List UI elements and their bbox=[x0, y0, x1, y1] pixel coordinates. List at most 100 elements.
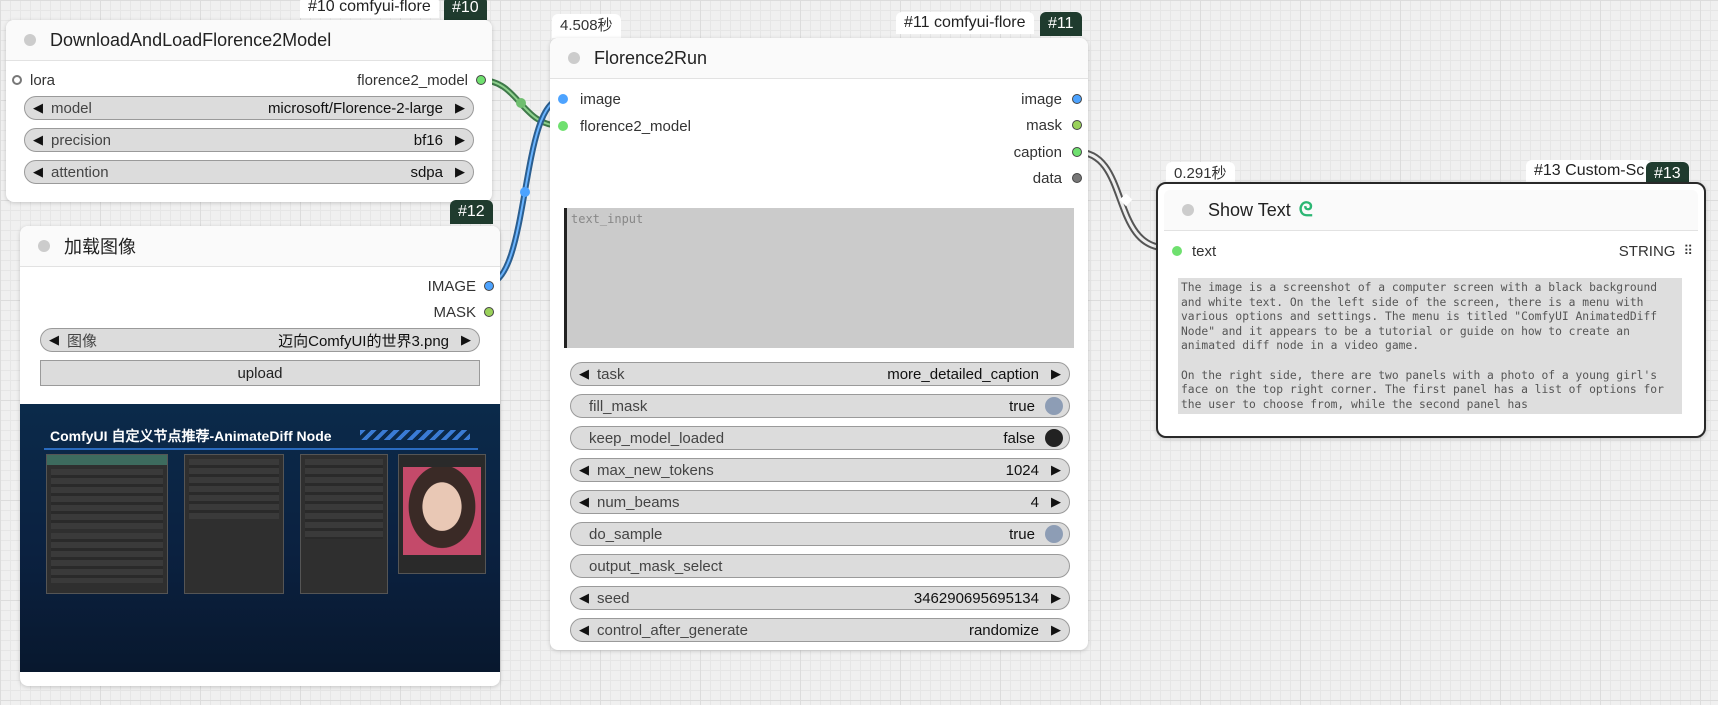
seed-number[interactable]: ◀ seed 346290695695134 ▶ bbox=[570, 586, 1070, 610]
download-florence2-model-node[interactable]: DownloadAndLoadFlorence2Model lora flore… bbox=[6, 20, 492, 202]
arrow-left-icon[interactable]: ◀ bbox=[25, 164, 51, 180]
arrow-right-icon[interactable]: ▶ bbox=[1043, 590, 1069, 606]
node-header[interactable]: 加载图像 bbox=[20, 226, 500, 267]
arrow-right-icon[interactable]: ▶ bbox=[447, 132, 473, 148]
widget-label: 图像 bbox=[67, 332, 98, 350]
data-port-icon[interactable] bbox=[1072, 173, 1082, 183]
mask-port-icon[interactable] bbox=[484, 307, 494, 317]
output-image[interactable]: image bbox=[1021, 89, 1082, 109]
portrait-thumbnail bbox=[403, 467, 481, 555]
florence2-model-port-icon[interactable] bbox=[558, 121, 568, 131]
upload-button[interactable]: upload bbox=[40, 360, 480, 386]
image-port-icon[interactable] bbox=[558, 94, 568, 104]
arrow-left-icon[interactable]: ◀ bbox=[571, 366, 597, 382]
image-port-icon[interactable] bbox=[484, 281, 494, 291]
widget-value: 1024 bbox=[1005, 461, 1039, 479]
output-text-area[interactable]: The image is a screenshot of a computer … bbox=[1178, 278, 1682, 414]
arrow-right-icon[interactable]: ▶ bbox=[1043, 622, 1069, 638]
arrow-left-icon[interactable]: ◀ bbox=[571, 494, 597, 510]
node-header[interactable]: Florence2Run bbox=[550, 38, 1088, 79]
max-new-tokens-number[interactable]: ◀ max_new_tokens 1024 ▶ bbox=[570, 458, 1070, 482]
florence2-model-port-icon[interactable] bbox=[476, 75, 486, 85]
arrow-left-icon[interactable]: ◀ bbox=[41, 332, 67, 348]
widget-label: seed bbox=[597, 589, 630, 607]
collapse-dot-icon[interactable] bbox=[38, 240, 50, 252]
widget-label: task bbox=[597, 365, 625, 383]
precision-combo[interactable]: ◀ precision bf16 ▶ bbox=[24, 128, 474, 152]
node-id-badge: #10 bbox=[444, 0, 487, 20]
node-title: 加载图像 bbox=[64, 237, 136, 257]
widget-value: randomize bbox=[968, 621, 1039, 639]
text-port-icon[interactable] bbox=[1172, 246, 1182, 256]
arrow-left-icon[interactable]: ◀ bbox=[571, 590, 597, 606]
input-text[interactable]: text bbox=[1172, 241, 1216, 261]
preview-stripes bbox=[360, 430, 470, 440]
node-tag: #11 comfyui-flore bbox=[896, 12, 1034, 34]
toggle-on-icon[interactable] bbox=[1045, 397, 1063, 415]
port-label: lora bbox=[30, 71, 56, 89]
widget-value: 迈向ComfyUI的世界3.png bbox=[278, 332, 449, 350]
output-mask-select-field[interactable]: output_mask_select bbox=[570, 554, 1070, 578]
output-florence2-model[interactable]: florence2_model bbox=[357, 70, 486, 90]
arrow-left-icon[interactable]: ◀ bbox=[25, 132, 51, 148]
input-lora[interactable]: lora bbox=[12, 70, 55, 90]
widget-label: keep_model_loaded bbox=[589, 429, 725, 447]
preview-panel bbox=[184, 454, 284, 594]
arrow-right-icon[interactable]: ▶ bbox=[1043, 462, 1069, 478]
image-combo[interactable]: ◀ 图像 迈向ComfyUI的世界3.png ▶ bbox=[40, 328, 480, 352]
output-data[interactable]: data bbox=[1033, 168, 1082, 188]
output-mask[interactable]: mask bbox=[1026, 115, 1082, 135]
caption-port-icon[interactable] bbox=[1072, 147, 1082, 157]
widget-label: num_beams bbox=[597, 493, 680, 511]
task-combo[interactable]: ◀ task more_detailed_caption ▶ bbox=[570, 362, 1070, 386]
widget-value: sdpa bbox=[410, 163, 443, 181]
model-combo[interactable]: ◀ model microsoft/Florence-2-large ▶ bbox=[24, 96, 474, 120]
input-image[interactable]: image bbox=[558, 89, 621, 109]
collapse-dot-icon[interactable] bbox=[568, 52, 580, 64]
text-input-field[interactable]: text_input bbox=[564, 208, 1074, 348]
input-florence2-model[interactable]: florence2_model bbox=[558, 116, 691, 136]
arrow-right-icon[interactable]: ▶ bbox=[447, 100, 473, 116]
arrow-right-icon[interactable]: ▶ bbox=[447, 164, 473, 180]
show-text-node[interactable]: Show Text ᘓ text STRING ⠿ The image is a… bbox=[1156, 182, 1706, 438]
fill-mask-toggle[interactable]: fill_mask true bbox=[570, 394, 1070, 418]
output-image[interactable]: IMAGE bbox=[428, 276, 494, 296]
widget-value: 4 bbox=[1030, 493, 1039, 511]
port-label: IMAGE bbox=[427, 277, 476, 295]
arrow-right-icon[interactable]: ▶ bbox=[1043, 494, 1069, 510]
load-image-node[interactable]: 加载图像 IMAGE MASK ◀ 图像 迈向ComfyUI的世界3.png ▶… bbox=[20, 226, 500, 686]
collapse-dot-icon[interactable] bbox=[24, 34, 36, 46]
arrow-right-icon[interactable]: ▶ bbox=[453, 332, 479, 348]
node-header[interactable]: Show Text ᘓ bbox=[1164, 190, 1698, 231]
control-after-generate-combo[interactable]: ◀ control_after_generate randomize ▶ bbox=[570, 618, 1070, 642]
arrow-left-icon[interactable]: ◀ bbox=[25, 100, 51, 116]
arrow-left-icon[interactable]: ◀ bbox=[571, 622, 597, 638]
toggle-off-icon[interactable] bbox=[1045, 429, 1063, 447]
image-port-icon[interactable] bbox=[1072, 94, 1082, 104]
preview-divider bbox=[44, 448, 478, 450]
do-sample-toggle[interactable]: do_sample true bbox=[570, 522, 1070, 546]
lora-port-icon[interactable] bbox=[12, 75, 22, 85]
widget-value: bf16 bbox=[413, 131, 443, 149]
node-header[interactable]: DownloadAndLoadFlorence2Model bbox=[6, 20, 492, 61]
collapse-dot-icon[interactable] bbox=[1182, 204, 1194, 216]
mask-port-icon[interactable] bbox=[1072, 120, 1082, 130]
widget-label: fill_mask bbox=[589, 397, 648, 415]
attention-combo[interactable]: ◀ attention sdpa ▶ bbox=[24, 160, 474, 184]
arrow-right-icon[interactable]: ▶ bbox=[1043, 366, 1069, 382]
widget-label: output_mask_select bbox=[589, 557, 723, 575]
output-mask[interactable]: MASK bbox=[433, 302, 494, 322]
custom-scripts-logo-icon: ᘓ bbox=[1298, 198, 1313, 221]
widget-label: attention bbox=[51, 163, 109, 181]
output-caption[interactable]: caption bbox=[1014, 142, 1082, 162]
widget-value: 346290695695134 bbox=[913, 589, 1039, 607]
toggle-on-icon[interactable] bbox=[1045, 525, 1063, 543]
widget-value: more_detailed_caption bbox=[887, 365, 1039, 383]
widget-value: true bbox=[1009, 525, 1035, 543]
florence2-run-node[interactable]: Florence2Run image florence2_model image… bbox=[550, 38, 1088, 650]
node-title: Show Text bbox=[1208, 199, 1291, 220]
keep-model-loaded-toggle[interactable]: keep_model_loaded false bbox=[570, 426, 1070, 450]
port-label: STRING bbox=[1618, 242, 1676, 260]
num-beams-number[interactable]: ◀ num_beams 4 ▶ bbox=[570, 490, 1070, 514]
arrow-left-icon[interactable]: ◀ bbox=[571, 462, 597, 478]
